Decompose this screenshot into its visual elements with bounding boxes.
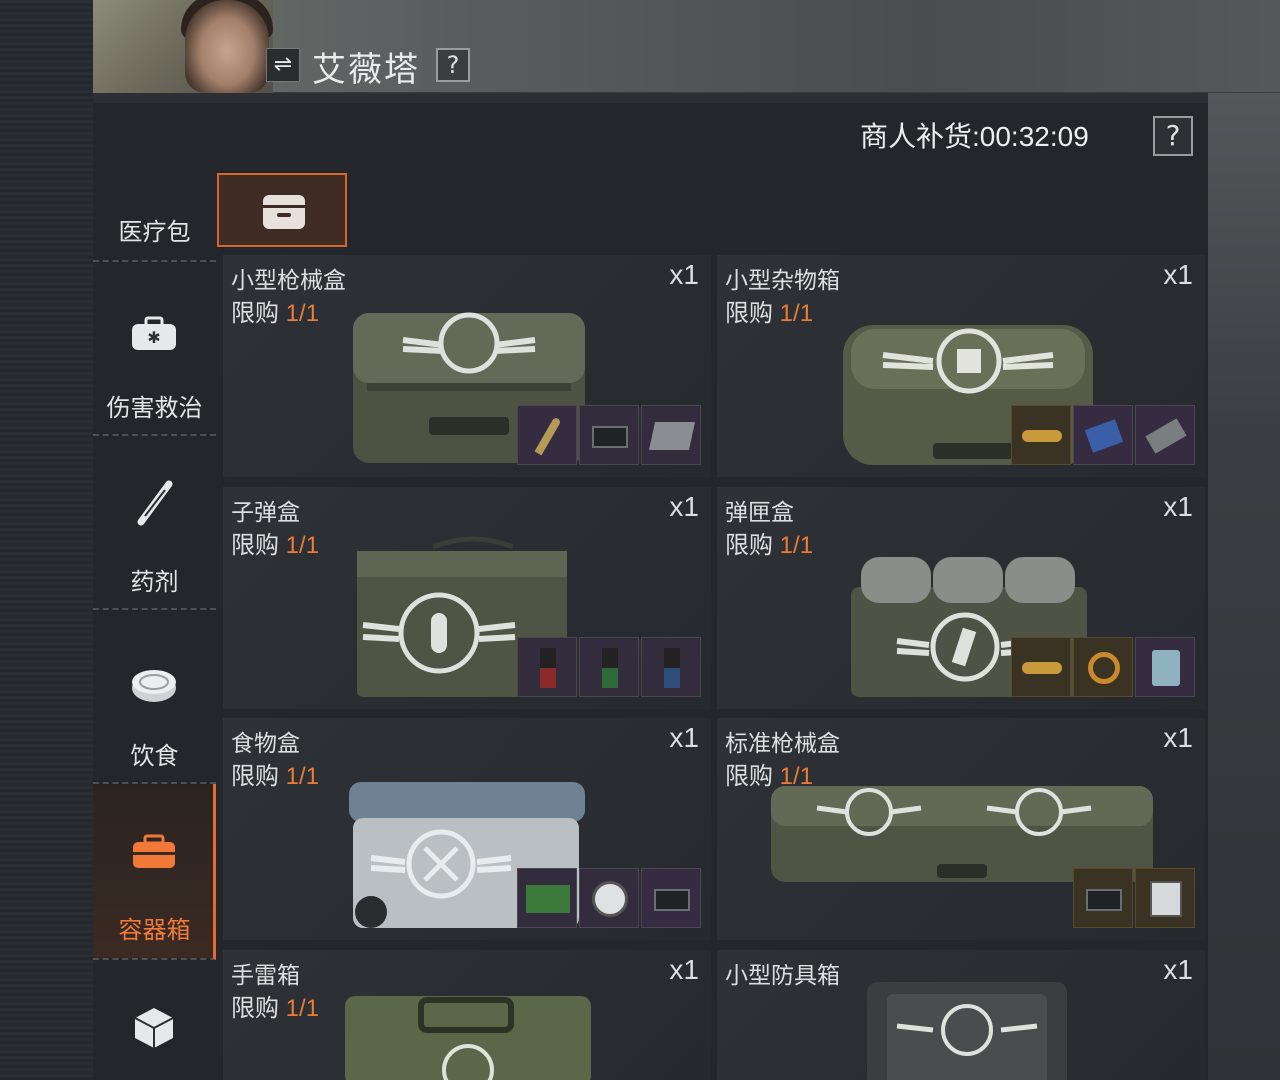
circuit-board-icon bbox=[517, 868, 577, 928]
item-quantity: x1 bbox=[1163, 954, 1193, 985]
circuit-board-icon bbox=[1073, 405, 1133, 465]
storage-box-icon bbox=[263, 195, 305, 229]
reward-thumbnails bbox=[517, 637, 701, 697]
item-name: 标准枪械盒 bbox=[725, 730, 840, 756]
blue-bottle-icon bbox=[641, 637, 701, 697]
svg-text:✱: ✱ bbox=[147, 328, 160, 347]
radio-device-icon bbox=[1073, 868, 1133, 928]
purchase-limit: 限购 1/1 bbox=[231, 763, 320, 790]
purchase-limit: 限购 1/1 bbox=[725, 532, 814, 559]
item-name: 小型防具箱 bbox=[725, 962, 840, 988]
pressure-gauge-icon bbox=[579, 868, 639, 928]
swap-character-icon[interactable]: ⇌ bbox=[266, 48, 300, 82]
server-box-icon bbox=[641, 405, 701, 465]
subtab-storage-box[interactable] bbox=[217, 173, 347, 247]
shop-item-card[interactable]: 弹匣盒 限购 1/1 x1 bbox=[717, 487, 1205, 709]
item-quantity: x1 bbox=[1163, 722, 1193, 753]
radio-device-icon bbox=[579, 405, 639, 465]
fuel-can-icon bbox=[1135, 637, 1195, 697]
sidebar-item-label: 容器箱 bbox=[118, 917, 191, 944]
character-name: 艾薇塔 bbox=[312, 51, 420, 89]
shop-item-card[interactable]: 小型杂物箱 限购 1/1 x1 bbox=[717, 255, 1205, 477]
right-background bbox=[1208, 0, 1280, 1080]
sidebar-item-potion[interactable]: 药剂 bbox=[93, 436, 216, 610]
restock-timer: 商人补货:00:32:09 bbox=[860, 121, 1089, 152]
shop-item-card[interactable]: 子弹盒 限购 1/1 x1 bbox=[223, 487, 711, 709]
left-background bbox=[0, 0, 93, 1080]
gold-cheetah-icon bbox=[1011, 405, 1071, 465]
purchase-limit: 限购 1/1 bbox=[725, 300, 814, 327]
sidebar-item-label: 医疗包 bbox=[118, 219, 191, 246]
purchase-limit: 限购 1/1 bbox=[231, 300, 320, 327]
shop-item-card[interactable]: 手雷箱 限购 1/1 x1 bbox=[223, 950, 711, 1080]
gold-cheetah-icon bbox=[1011, 637, 1071, 697]
green-bottle-icon bbox=[579, 637, 639, 697]
control-panel-icon bbox=[1135, 868, 1195, 928]
armor-box-image bbox=[867, 982, 1067, 1080]
container-box-icon bbox=[133, 834, 175, 868]
grenade-box-image bbox=[345, 996, 591, 1080]
portrait-face bbox=[185, 0, 269, 93]
item-quantity: x1 bbox=[1163, 259, 1193, 290]
radio-device-icon bbox=[641, 868, 701, 928]
red-bottle-icon bbox=[517, 637, 577, 697]
item-name: 手雷箱 bbox=[231, 962, 300, 988]
reward-thumbnails bbox=[517, 405, 701, 465]
sidebar-item-food[interactable]: 饮食 bbox=[93, 610, 216, 784]
item-name: 弹匣盒 bbox=[725, 499, 794, 525]
gold-ring-icon bbox=[1073, 637, 1133, 697]
purchase-limit: 限购 1/1 bbox=[231, 532, 320, 559]
shop-item-card[interactable]: 小型枪械盒 限购 1/1 x1 bbox=[223, 255, 711, 477]
reward-thumbnails bbox=[1011, 405, 1195, 465]
tool-kit-icon bbox=[1135, 405, 1195, 465]
sidebar-item-label: 药剂 bbox=[130, 569, 179, 596]
item-quantity: x1 bbox=[669, 954, 699, 985]
shop-item-card[interactable]: 标准枪械盒 限购 1/1 x1 bbox=[717, 718, 1205, 940]
item-quantity: x1 bbox=[669, 259, 699, 290]
category-sidebar: 医疗包 ✱ 伤害救治 药剂 饮食 容器箱 bbox=[93, 170, 216, 1080]
sidebar-item-supply[interactable] bbox=[93, 960, 216, 1080]
sidebar-item-treatment[interactable]: ✱ 伤害救治 bbox=[93, 262, 216, 436]
shop-item-card[interactable]: 食物盒 限购 1/1 x1 bbox=[223, 718, 711, 940]
restock-help-button[interactable]: ? bbox=[1153, 116, 1193, 156]
food-can-icon bbox=[132, 670, 176, 702]
reward-thumbnails bbox=[1073, 868, 1195, 928]
reward-thumbnails bbox=[517, 868, 701, 928]
item-name: 子弹盒 bbox=[231, 499, 300, 525]
character-portrait[interactable] bbox=[93, 0, 273, 93]
sidebar-item-container[interactable]: 容器箱 bbox=[93, 784, 216, 960]
first-aid-bag-icon: ✱ bbox=[132, 316, 176, 350]
shop-item-card[interactable]: 小型防具箱 x1 bbox=[717, 950, 1205, 1080]
item-quantity: x1 bbox=[1163, 491, 1193, 522]
reward-thumbnails bbox=[1011, 637, 1195, 697]
sidebar-item-label: 伤害救治 bbox=[106, 395, 203, 422]
syringe-icon bbox=[137, 480, 173, 526]
supply-cube-icon bbox=[134, 1008, 174, 1048]
sidebar-item-medkit[interactable]: 医疗包 bbox=[93, 170, 216, 262]
sidebar-item-label: 饮食 bbox=[130, 743, 179, 770]
bullet-icon bbox=[517, 405, 577, 465]
item-quantity: x1 bbox=[669, 722, 699, 753]
item-name: 小型枪械盒 bbox=[231, 267, 346, 293]
item-quantity: x1 bbox=[669, 491, 699, 522]
item-name: 小型杂物箱 bbox=[725, 267, 840, 293]
character-help-button[interactable]: ? bbox=[436, 48, 470, 82]
purchase-limit: 限购 1/1 bbox=[231, 995, 320, 1022]
item-name: 食物盒 bbox=[231, 730, 300, 756]
